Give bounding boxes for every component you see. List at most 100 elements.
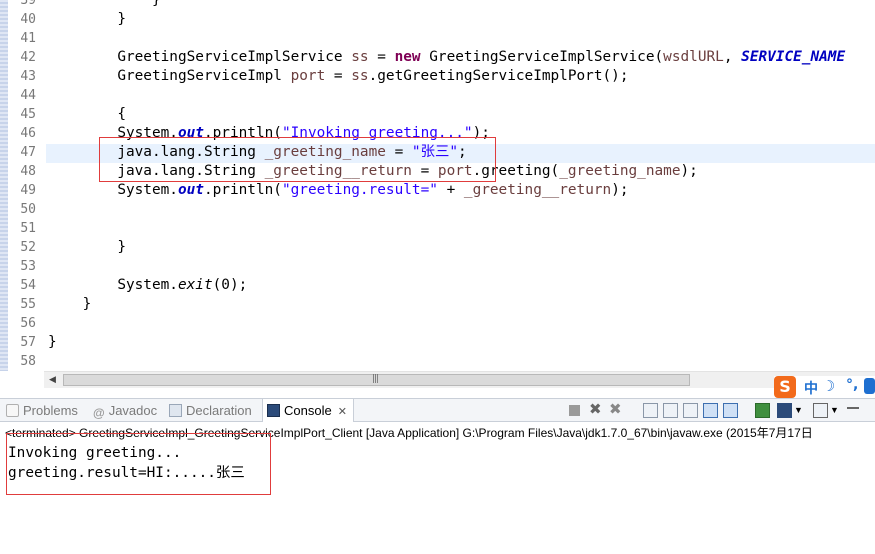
display-selected-console-icon[interactable] — [777, 403, 792, 418]
code-token: ); — [472, 125, 490, 141]
close-icon[interactable]: ✕ — [338, 405, 347, 418]
sogou-logo-icon[interactable]: S — [774, 376, 796, 398]
code-text: } — [48, 238, 126, 257]
word-wrap-icon[interactable] — [683, 403, 698, 418]
code-line[interactable]: 41 — [0, 29, 875, 48]
code-line[interactable]: 48 java.lang.String _greeting__return = … — [0, 162, 875, 181]
code-token: ); — [611, 182, 629, 198]
code-text: } — [48, 0, 161, 10]
code-text: System.out.println("greeting.result=" + … — [48, 181, 629, 200]
line-number: 49 — [20, 183, 36, 198]
code-token: = — [411, 163, 438, 179]
line-number: 57 — [20, 335, 36, 350]
pin-console-icon[interactable] — [755, 403, 770, 418]
line-number: 55 — [20, 297, 36, 312]
code-line[interactable]: 57} — [0, 333, 875, 352]
code-line[interactable]: 50 — [0, 200, 875, 219]
code-text: } — [48, 295, 92, 314]
line-number: 58 — [20, 354, 36, 369]
line-number: 43 — [20, 69, 36, 84]
code-line[interactable]: 42 GreetingServiceImplService ss = new G… — [0, 48, 875, 67]
code-line[interactable]: 52 } — [0, 238, 875, 257]
scroll-lock-icon[interactable] — [663, 403, 678, 418]
show-on-stdout-icon[interactable] — [703, 403, 718, 418]
code-token: wsdlURL — [663, 49, 724, 65]
clear-console-icon[interactable] — [643, 403, 658, 418]
line-number: 39 — [20, 0, 36, 8]
ime-halfwidth-moon-icon[interactable]: ☽ — [826, 377, 835, 395]
code-token: } — [151, 0, 161, 8]
code-token: (0); — [212, 277, 248, 293]
minimize-icon[interactable] — [847, 407, 859, 415]
code-token: _greeting_name — [264, 144, 386, 160]
code-line[interactable]: 46 System.out.println("Invoking greeting… — [0, 124, 875, 143]
terminate-icon[interactable] — [569, 405, 580, 416]
show-on-stderr-icon[interactable] — [723, 403, 738, 418]
ime-chinese-mode-icon[interactable]: 中 — [804, 378, 818, 398]
chevron-down-icon[interactable]: ▼ — [794, 405, 803, 420]
code-line[interactable]: 51 — [0, 219, 875, 238]
console-status-line: <terminated> GreetingServiceImpl_Greetin… — [5, 426, 813, 440]
code-line[interactable]: 49 System.out.println("greeting.result="… — [0, 181, 875, 200]
ime-more-icon[interactable] — [864, 378, 875, 394]
chevron-down-icon[interactable]: ▼ — [830, 405, 839, 420]
code-token: "greeting.result=" — [281, 182, 438, 198]
code-text: System.out.println("Invoking greeting...… — [48, 124, 490, 143]
code-line[interactable]: 45 { — [0, 105, 875, 124]
horizontal-scrollbar[interactable]: ◀ ||| — [44, 371, 875, 388]
code-line[interactable]: 58 — [0, 352, 875, 371]
tab-problems[interactable]: Problems — [6, 399, 78, 422]
code-editor[interactable]: 39 } 40 } 41 42 GreetingServiceImplService … — [0, 0, 875, 371]
code-line[interactable]: 44 — [0, 86, 875, 105]
code-line[interactable]: 55 } — [0, 295, 875, 314]
code-text: GreetingServiceImplService ss = new Gree… — [48, 48, 845, 67]
remove-launch-icon[interactable]: ✖ — [589, 400, 604, 418]
code-token: out — [177, 182, 204, 198]
code-text: java.lang.String _greeting__return = por… — [48, 162, 698, 181]
code-line[interactable]: 40 } — [0, 10, 875, 29]
remove-all-terminated-icon[interactable]: ✖ — [609, 400, 624, 418]
line-number: 50 — [20, 202, 36, 217]
code-line[interactable]: 56 — [0, 314, 875, 333]
code-token: _greeting__return — [463, 182, 612, 198]
code-token: , — [723, 49, 742, 65]
code-token: GreetingServiceImplService( — [420, 49, 664, 65]
code-text: java.lang.String _greeting_name = "张三"; — [48, 143, 466, 162]
tab-declaration-label: Declaration — [186, 403, 252, 418]
code-line[interactable]: 54 System.exit(0); — [0, 276, 875, 295]
console-icon — [267, 404, 280, 417]
code-token: .greeting( — [472, 163, 560, 179]
tab-console[interactable]: Console ✕ — [262, 399, 354, 422]
sogou-ime-toolbar[interactable]: S 中 ☽ °, — [774, 376, 875, 398]
code-line[interactable]: 43 GreetingServiceImpl port = ss.getGree… — [0, 67, 875, 86]
code-token: System. — [117, 182, 178, 198]
code-token: } — [117, 239, 126, 255]
code-line[interactable]: 39 } — [0, 0, 875, 10]
tab-problems-label: Problems — [23, 403, 78, 418]
console-view[interactable]: <terminated> GreetingServiceImpl_Greetin… — [0, 422, 875, 554]
tab-javadoc[interactable]: @ Javadoc — [93, 399, 157, 422]
code-line[interactable]: 47 java.lang.String _greeting_name = "张三… — [0, 143, 875, 162]
open-console-icon[interactable] — [813, 403, 828, 418]
code-token: java.lang.String — [117, 163, 265, 179]
tab-console-label: Console — [284, 403, 332, 418]
code-token: "张三" — [411, 144, 459, 160]
code-token: GreetingServiceImplService — [117, 49, 352, 65]
console-output-line: Invoking greeting... — [8, 445, 182, 461]
code-token: out — [177, 125, 204, 141]
tab-declaration[interactable]: Declaration — [169, 399, 252, 422]
code-token: + — [437, 182, 464, 198]
code-token: = — [385, 144, 412, 160]
scrollbar-thumb[interactable]: ||| — [63, 374, 690, 386]
scroll-left-arrow-icon[interactable]: ◀ — [49, 375, 56, 385]
code-text: GreetingServiceImpl port = ss.getGreetin… — [48, 67, 628, 86]
code-line[interactable]: 53 — [0, 257, 875, 276]
ime-punctuation-icon[interactable]: °, — [846, 377, 858, 393]
line-number: 51 — [20, 221, 36, 236]
